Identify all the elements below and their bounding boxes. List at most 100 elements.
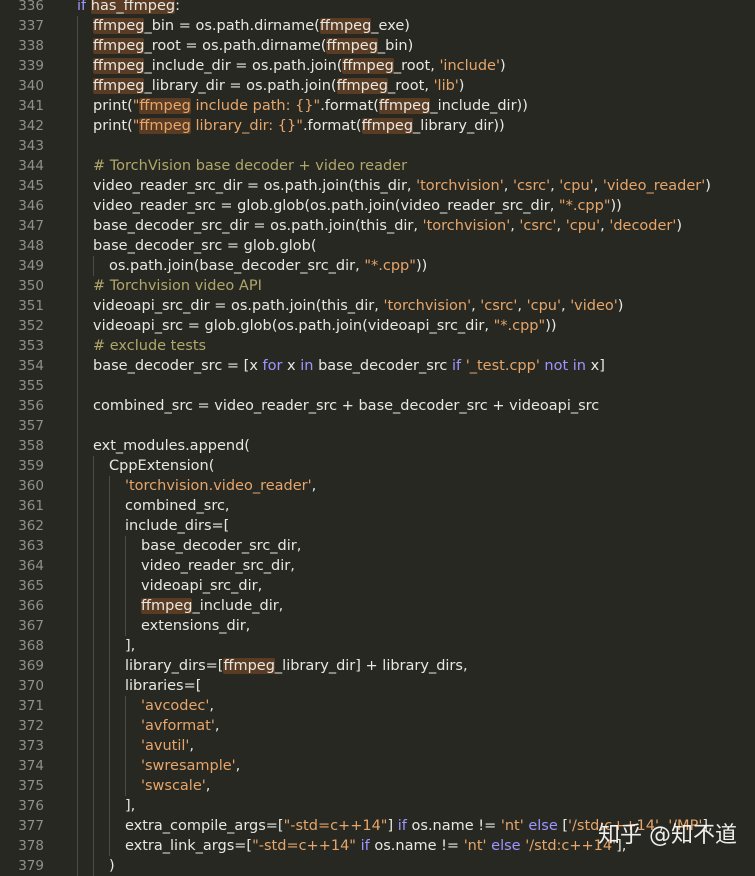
code-line[interactable]: 341 print("ffmpeg include path: {}".forma… bbox=[0, 96, 755, 116]
code-line[interactable]: 344 # TorchVision base decoder + video re… bbox=[0, 156, 755, 176]
code-token: _bin) bbox=[377, 38, 414, 54]
code-line[interactable]: 356 combined_src = video_reader_src + bas… bbox=[0, 396, 755, 416]
code-line[interactable]: 337 ffmpeg_bin = os.path.dirname(ffmpeg_e… bbox=[0, 16, 755, 36]
indent-guide bbox=[93, 756, 94, 776]
line-number: 376 bbox=[18, 798, 44, 814]
code-line[interactable]: 362 include_dirs=[ bbox=[0, 516, 755, 536]
line-number: 375 bbox=[18, 778, 44, 794]
code-line[interactable]: 368], bbox=[0, 636, 755, 656]
line-number: 352 bbox=[18, 318, 44, 334]
code-token: video_reader_src_dir = os.path.join(this… bbox=[93, 178, 417, 194]
code-token: os.path.join(base_decoder_src_dir, bbox=[109, 258, 365, 274]
code-token: , bbox=[503, 178, 513, 194]
code-token: , bbox=[235, 758, 241, 774]
code-line[interactable]: 364 video_reader_src_dir, bbox=[0, 556, 755, 576]
indent-guide bbox=[125, 576, 126, 596]
code-token: 'csrc' bbox=[480, 298, 518, 314]
code-token: , bbox=[209, 698, 214, 714]
code-line[interactable]: 342 print("ffmpeg library_dir: {}".format… bbox=[0, 116, 755, 136]
code-line[interactable]: 336 if has_ffmpeg: bbox=[0, 0, 755, 16]
code-token: extra_link_args=[ bbox=[125, 838, 253, 854]
code-line[interactable]: 371 'avcodec', bbox=[0, 696, 755, 716]
code-text: 'swscale', bbox=[141, 776, 210, 796]
code-token: CppExtension( bbox=[109, 458, 215, 474]
code-line[interactable]: 366 ffmpeg_include_dir, bbox=[0, 596, 755, 616]
code-line[interactable]: 353 # exclude tests bbox=[0, 336, 755, 356]
code-token: 'torchvision' bbox=[383, 298, 472, 314]
code-line[interactable]: 339 ffmpeg_include_dir = os.path.join(ffm… bbox=[0, 56, 755, 76]
code-line[interactable]: 376], bbox=[0, 796, 755, 816]
code-line[interactable]: 348 base_decoder_src = glob.glob( bbox=[0, 236, 755, 256]
code-line[interactable]: 369 library_dirs=[ffmpeg_library_dir] + l… bbox=[0, 656, 755, 676]
indent-guide bbox=[125, 556, 126, 576]
indent-guide bbox=[109, 716, 110, 736]
line-number: 361 bbox=[18, 498, 44, 514]
code-line[interactable]: 346 video_reader_src = glob.glob(os.path.… bbox=[0, 196, 755, 216]
code-line[interactable]: 338 ffmpeg_root = os.path.dirname(ffmpeg_… bbox=[0, 36, 755, 56]
line-number: 368 bbox=[18, 638, 44, 654]
code-line[interactable]: 370 libraries=[ bbox=[0, 676, 755, 696]
code-line[interactable]: 345 video_reader_src_dir = os.path.join(t… bbox=[0, 176, 755, 196]
code-line[interactable]: 365 videoapi_src_dir, bbox=[0, 576, 755, 596]
code-token: else bbox=[528, 818, 558, 834]
code-line[interactable]: 351 videoapi_src_dir = os.path.join(this_… bbox=[0, 296, 755, 316]
code-editor[interactable]: 336 if has_ffmpeg: 337 ffmpeg_bin = os.path… bbox=[0, 0, 755, 876]
code-line[interactable]: 363 base_decoder_src_dir, bbox=[0, 536, 755, 556]
code-line[interactable]: 367 extensions_dir, bbox=[0, 616, 755, 636]
line-number: 338 bbox=[18, 38, 44, 54]
code-text: ext_modules.append( bbox=[93, 436, 250, 456]
code-token: ffmpeg bbox=[326, 38, 378, 54]
code-line[interactable]: 349 os.path.join(base_decoder_src_dir, "*… bbox=[0, 256, 755, 276]
code-token: base_decoder_src bbox=[313, 358, 452, 374]
indent-guide bbox=[77, 416, 78, 436]
code-line[interactable]: 359 CppExtension( bbox=[0, 456, 755, 476]
indent-guide bbox=[125, 736, 126, 756]
code-line[interactable]: 347 base_decoder_src_dir = os.path.join(t… bbox=[0, 216, 755, 236]
code-line[interactable]: 358 ext_modules.append( bbox=[0, 436, 755, 456]
line-number: 355 bbox=[18, 378, 44, 394]
code-text: library_dirs=[ffmpeg_library_dir] + libr… bbox=[125, 656, 468, 676]
code-line[interactable]: 372 'avformat', bbox=[0, 716, 755, 736]
indent-guide bbox=[109, 596, 110, 616]
code-line[interactable]: 355 bbox=[0, 376, 755, 396]
indent-guide bbox=[77, 716, 78, 736]
code-text: # exclude tests bbox=[93, 336, 206, 356]
code-token: .format( bbox=[320, 98, 379, 114]
line-number: 369 bbox=[18, 658, 44, 674]
indent-guide bbox=[125, 776, 126, 796]
code-line[interactable]: 357 bbox=[0, 416, 755, 436]
code-line[interactable]: 352 videoapi_src = glob.glob(os.path.join… bbox=[0, 316, 755, 336]
code-token: base_decoder_src_dir, bbox=[141, 538, 302, 554]
code-token: , bbox=[517, 298, 527, 314]
indent-guide bbox=[93, 636, 94, 656]
code-token: ffmpeg bbox=[361, 118, 414, 134]
code-token: ) bbox=[705, 178, 711, 194]
code-token: 'avutil' bbox=[141, 738, 190, 754]
indent-guide bbox=[77, 776, 78, 796]
code-text: 'avformat', bbox=[141, 716, 219, 736]
indent-guide bbox=[93, 696, 94, 716]
code-line[interactable]: 373 'avutil', bbox=[0, 736, 755, 756]
line-number: 378 bbox=[18, 838, 44, 854]
code-line[interactable]: 361 combined_src, bbox=[0, 496, 755, 516]
code-text: print("ffmpeg library_dir: {}".format(ff… bbox=[93, 116, 505, 136]
code-line[interactable]: 350 # Torchvision video API bbox=[0, 276, 755, 296]
indent-guide bbox=[77, 616, 78, 636]
code-line[interactable]: 375 'swscale', bbox=[0, 776, 755, 796]
code-token: "*.cpp" bbox=[493, 318, 546, 334]
indent-guide bbox=[93, 256, 94, 276]
code-line[interactable]: 340 ffmpeg_library_dir = os.path.join(ffm… bbox=[0, 76, 755, 96]
code-line[interactable]: 374 'swresample', bbox=[0, 756, 755, 776]
indent-guide bbox=[77, 796, 78, 816]
code-line[interactable]: 354 base_decoder_src = [x for x in base_d… bbox=[0, 356, 755, 376]
code-line[interactable]: 343 bbox=[0, 136, 755, 156]
code-line[interactable]: 379) bbox=[0, 856, 755, 876]
line-number: 379 bbox=[18, 858, 44, 874]
code-token: , bbox=[471, 298, 481, 314]
code-token: ) bbox=[458, 78, 465, 94]
code-text: ], bbox=[125, 636, 135, 656]
indent-guide bbox=[93, 476, 94, 496]
indent-guide bbox=[77, 756, 78, 776]
code-text: video_reader_src_dir, bbox=[141, 556, 295, 576]
code-line[interactable]: 360 'torchvision.video_reader', bbox=[0, 476, 755, 496]
